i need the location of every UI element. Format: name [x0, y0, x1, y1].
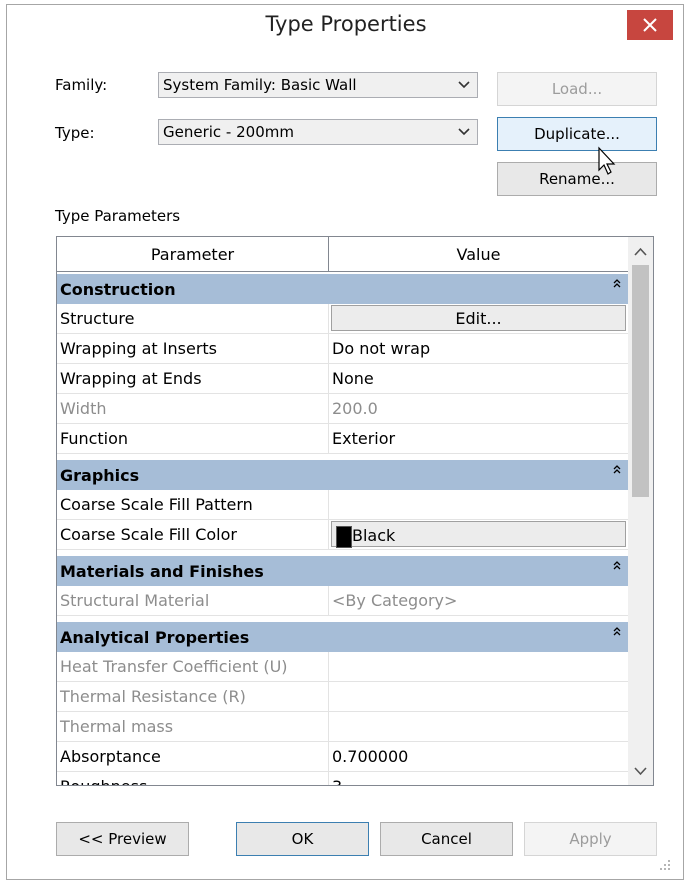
- param-row-roughness: Roughness 3: [57, 772, 628, 785]
- collapse-chevron-icon[interactable]: [612, 463, 622, 475]
- mouse-pointer-icon: [598, 146, 616, 175]
- param-row-structure: Structure Edit...: [57, 304, 628, 334]
- category-label: Materials and Finishes: [60, 562, 264, 581]
- collapse-chevron-icon[interactable]: [612, 277, 622, 289]
- category-label: Analytical Properties: [60, 628, 250, 647]
- family-label: Family:: [55, 76, 108, 94]
- param-name: Width: [57, 394, 329, 424]
- param-name: Structure: [57, 304, 329, 334]
- param-value[interactable]: Exterior: [329, 424, 628, 454]
- resize-grip-icon[interactable]: [658, 858, 672, 872]
- param-name: Wrapping at Inserts: [57, 334, 329, 364]
- param-value: 200.0: [329, 394, 628, 424]
- param-row-absorptance: Absorptance 0.700000: [57, 742, 628, 772]
- type-label: Type:: [55, 124, 95, 142]
- category-row-analytical-properties[interactable]: Analytical Properties: [57, 622, 628, 652]
- param-name: Coarse Scale Fill Pattern: [57, 490, 329, 520]
- close-button[interactable]: [627, 10, 673, 40]
- type-select[interactable]: Generic - 200mm: [158, 119, 478, 145]
- scroll-down-icon[interactable]: [634, 766, 647, 776]
- param-row-thermal-mass: Thermal mass: [57, 712, 628, 742]
- param-name: Function: [57, 424, 329, 454]
- param-value[interactable]: [329, 490, 628, 520]
- param-name: Structural Material: [57, 586, 329, 616]
- duplicate-button[interactable]: Duplicate...: [497, 117, 657, 151]
- ok-button[interactable]: OK: [236, 822, 369, 856]
- param-value: [329, 652, 628, 682]
- column-header-parameter[interactable]: Parameter: [57, 237, 329, 272]
- param-row-coarse-scale-fill-pattern: Coarse Scale Fill Pattern: [57, 490, 628, 520]
- param-row-function: Function Exterior: [57, 424, 628, 454]
- color-swatch: [336, 526, 352, 548]
- param-name: Thermal Resistance (R): [57, 682, 329, 712]
- param-value: Edit...: [329, 304, 628, 334]
- edit-structure-button[interactable]: Edit...: [331, 305, 626, 331]
- vertical-scrollbar[interactable]: [628, 237, 653, 785]
- param-name: Coarse Scale Fill Color: [57, 520, 329, 550]
- param-name: Thermal mass: [57, 712, 329, 742]
- cancel-button[interactable]: Cancel: [380, 822, 513, 856]
- param-value[interactable]: None: [329, 364, 628, 394]
- param-row-heat-transfer-coefficient: Heat Transfer Coefficient (U): [57, 652, 628, 682]
- category-label: Construction: [60, 280, 176, 299]
- type-parameters-grid: Parameter Value Construction Structure E…: [56, 236, 654, 786]
- param-value[interactable]: 0.700000: [329, 742, 628, 772]
- category-row-construction[interactable]: Construction: [57, 274, 628, 304]
- family-select-value: System Family: Basic Wall: [163, 76, 357, 94]
- chevron-down-icon: [458, 128, 470, 136]
- param-name: Absorptance: [57, 742, 329, 772]
- param-name: Heat Transfer Coefficient (U): [57, 652, 329, 682]
- close-icon: [643, 18, 657, 32]
- param-value: [329, 712, 628, 742]
- param-value: <By Category>: [329, 586, 628, 616]
- param-name: Roughness: [57, 772, 329, 785]
- collapse-chevron-icon[interactable]: [612, 625, 622, 637]
- scrollbar-thumb[interactable]: [632, 265, 649, 497]
- param-value[interactable]: Do not wrap: [329, 334, 628, 364]
- param-row-coarse-scale-fill-color: Coarse Scale Fill Color Black: [57, 520, 628, 550]
- color-name: Black: [352, 526, 396, 545]
- type-parameters-label: Type Parameters: [55, 207, 181, 225]
- param-row-structural-material: Structural Material <By Category>: [57, 586, 628, 616]
- category-row-graphics[interactable]: Graphics: [57, 460, 628, 490]
- param-row-wrapping-at-inserts: Wrapping at Inserts Do not wrap: [57, 334, 628, 364]
- param-value[interactable]: 3: [329, 772, 628, 785]
- chevron-down-icon: [458, 81, 470, 89]
- param-row-thermal-resistance: Thermal Resistance (R): [57, 682, 628, 712]
- collapse-chevron-icon[interactable]: [612, 559, 622, 571]
- apply-button[interactable]: Apply: [524, 822, 657, 856]
- family-select[interactable]: System Family: Basic Wall: [158, 72, 478, 98]
- param-row-wrapping-at-ends: Wrapping at Ends None: [57, 364, 628, 394]
- param-value: [329, 682, 628, 712]
- param-name: Wrapping at Ends: [57, 364, 329, 394]
- param-value: Black: [329, 520, 628, 550]
- scroll-up-icon[interactable]: [634, 247, 647, 257]
- rename-button[interactable]: Rename...: [497, 162, 657, 196]
- preview-button[interactable]: << Preview: [56, 822, 189, 856]
- fill-color-button[interactable]: Black: [331, 521, 626, 548]
- type-select-value: Generic - 200mm: [163, 123, 294, 141]
- dialog-title: Type Properties: [265, 12, 427, 36]
- load-button[interactable]: Load...: [497, 72, 657, 106]
- column-header-value[interactable]: Value: [329, 237, 628, 272]
- category-label: Graphics: [60, 466, 140, 485]
- category-row-materials-and-finishes[interactable]: Materials and Finishes: [57, 556, 628, 586]
- param-row-width: Width 200.0: [57, 394, 628, 424]
